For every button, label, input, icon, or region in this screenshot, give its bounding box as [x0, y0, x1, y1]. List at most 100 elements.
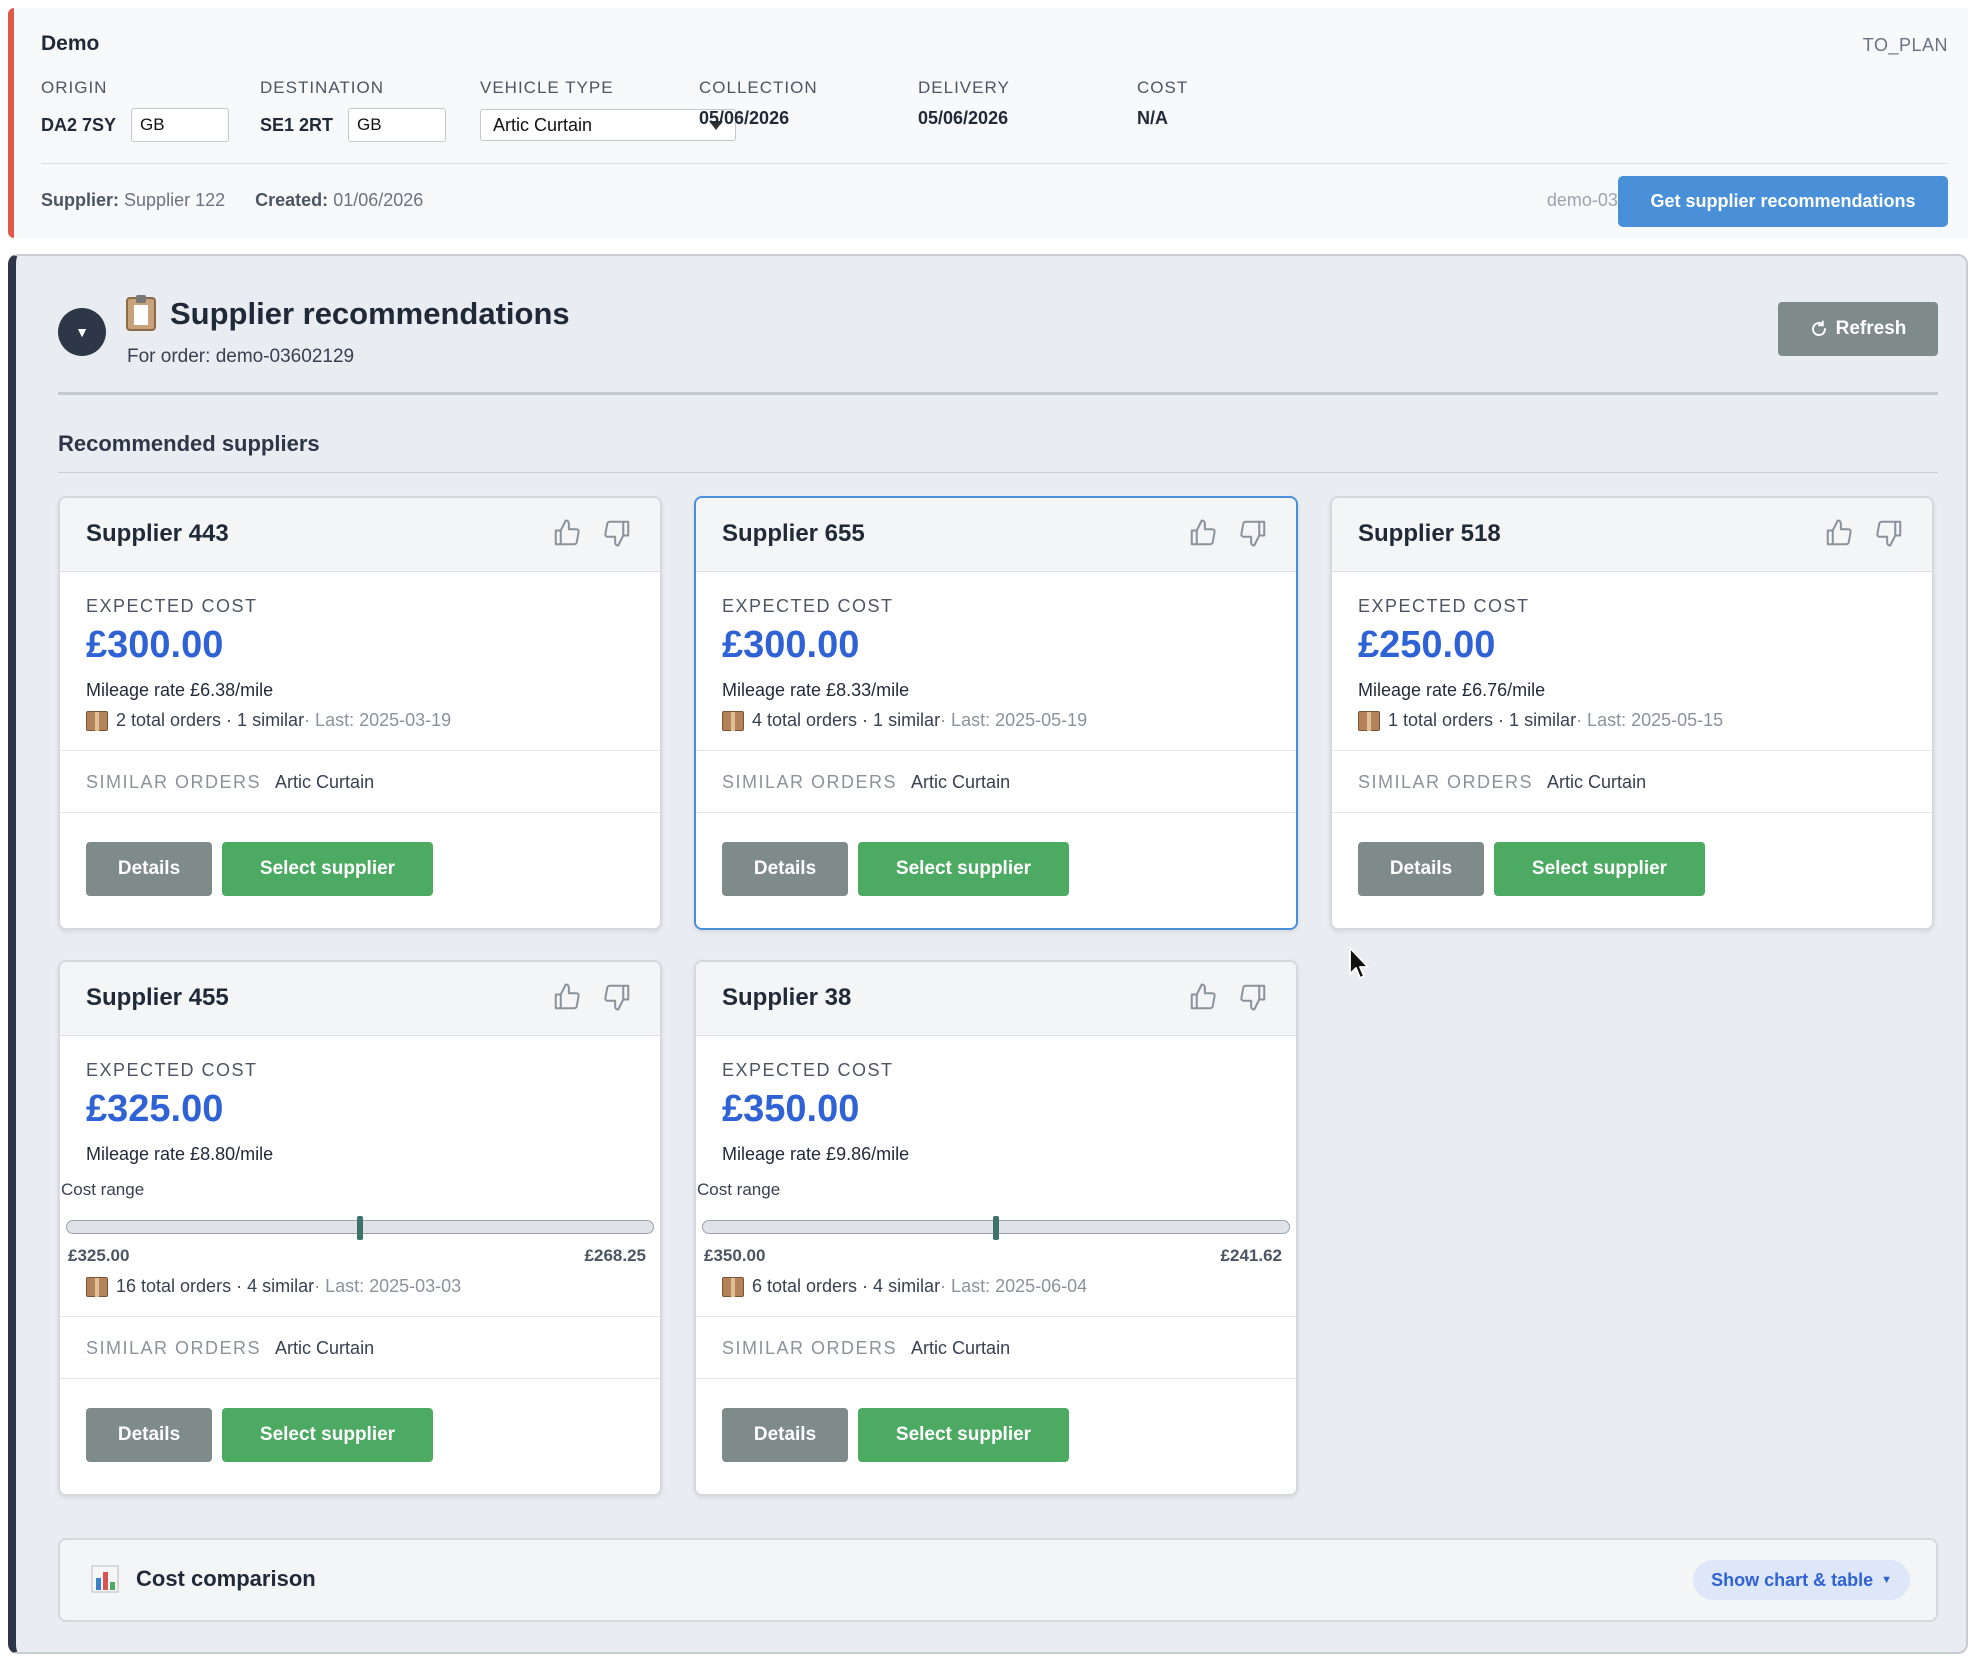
details-button[interactable]: Details	[86, 1408, 212, 1462]
delivery-label: DELIVERY	[918, 78, 1010, 97]
expected-cost-value: £300.00	[722, 624, 860, 666]
supplier-card: Supplier 518 EXPECTED COST £250.00 Milea…	[1330, 496, 1934, 930]
similar-orders: SIMILAR ORDERS Artic Curtain	[86, 1338, 374, 1359]
collection-field: COLLECTION 05/06/2026	[699, 78, 818, 129]
order-counts: 4 total orders · 1 similar	[752, 710, 941, 730]
similar-orders-label: SIMILAR ORDERS	[86, 1338, 262, 1358]
details-button[interactable]: Details	[722, 842, 848, 896]
select-supplier-button[interactable]: Select supplier	[858, 1408, 1069, 1462]
created-meta-value: 01/06/2026	[333, 190, 424, 210]
similar-orders-label: SIMILAR ORDERS	[1358, 772, 1534, 792]
package-icon	[722, 1276, 744, 1297]
origin-postcode: DA2 7SY	[41, 114, 117, 135]
collection-date: 05/06/2026	[699, 108, 790, 128]
vehicle-type-select[interactable]: Artic Curtain	[480, 109, 736, 141]
order-status: TO_PLAN	[1862, 35, 1948, 55]
select-supplier-button[interactable]: Select supplier	[222, 842, 433, 896]
order-stats: 6 total orders · 4 similar · Last: 2025-…	[722, 1276, 1087, 1297]
thumbs-down-icon[interactable]	[1874, 518, 1904, 548]
thumbs-down-icon[interactable]	[602, 982, 632, 1012]
destination-label: DESTINATION	[260, 78, 385, 97]
package-icon	[86, 1276, 108, 1297]
panel-divider	[58, 392, 1938, 395]
recommendations-panel: ▼ Supplier recommendations For order: de…	[8, 254, 1968, 1654]
cost-range-marker	[993, 1216, 999, 1240]
cost-range-min: £325.00	[68, 1246, 130, 1265]
order-divider	[41, 163, 1948, 164]
show-chart-table-button[interactable]: Show chart & table ▼	[1693, 1560, 1910, 1600]
similar-orders-value: Artic Curtain	[911, 1338, 1011, 1358]
refresh-button[interactable]: Refresh	[1778, 302, 1938, 356]
details-button[interactable]: Details	[1358, 842, 1484, 896]
mileage-rate: Mileage rate £6.76/mile	[1358, 680, 1546, 700]
cost-label: COST	[1137, 78, 1189, 97]
thumbs-up-icon[interactable]	[552, 518, 582, 548]
supplier-card: Supplier 655 EXPECTED COST £300.00 Milea…	[694, 496, 1298, 930]
order-stats: 1 total orders · 1 similar · Last: 2025-…	[1358, 710, 1723, 731]
order-header: Demo TO_PLAN ORIGIN DA2 7SY DESTINATION …	[8, 8, 1968, 238]
mileage-rate: Mileage rate £9.86/mile	[722, 1144, 910, 1164]
panel-subtitle: For order: demo-03602129	[127, 346, 355, 367]
panel-title: Supplier recommendations	[170, 296, 570, 331]
order-stats: 4 total orders · 1 similar · Last: 2025-…	[722, 710, 1087, 731]
expected-cost-label: EXPECTED COST	[86, 1060, 258, 1080]
section-divider	[58, 472, 1938, 473]
chevron-down-icon: ▼	[75, 324, 89, 340]
thumbs-down-icon[interactable]	[1238, 518, 1268, 548]
supplier-name: Supplier 655	[722, 520, 865, 547]
thumbs-down-icon[interactable]	[602, 518, 632, 548]
cost-range-marker	[357, 1216, 363, 1240]
destination-postcode: SE1 2RT	[260, 114, 334, 135]
thumbs-up-icon[interactable]	[1188, 518, 1218, 548]
similar-orders: SIMILAR ORDERS Artic Curtain	[722, 1338, 1010, 1359]
similar-orders-label: SIMILAR ORDERS	[722, 1338, 898, 1358]
panel-title-row: Supplier recommendations	[126, 295, 570, 332]
expected-cost-value: £325.00	[86, 1088, 224, 1130]
order-title: Demo	[41, 32, 100, 55]
select-supplier-button[interactable]: Select supplier	[1494, 842, 1705, 896]
details-button[interactable]: Details	[722, 1408, 848, 1462]
thumbs-up-icon[interactable]	[1188, 982, 1218, 1012]
last-order-date: · Last: 2025-05-15	[1576, 710, 1724, 730]
destination-country-input[interactable]	[348, 108, 447, 142]
supplier-name: Supplier 455	[86, 984, 229, 1011]
order-counts: 16 total orders · 4 similar	[116, 1276, 315, 1296]
expected-cost-value: £250.00	[1358, 624, 1496, 666]
order-meta: Supplier: Supplier 122 Created: 01/06/20…	[41, 190, 423, 211]
collapse-button[interactable]: ▼	[58, 308, 106, 356]
supplier-card: Supplier 38 EXPECTED COST £350.00 Mileag…	[694, 960, 1298, 1496]
thumbs-up-icon[interactable]	[552, 982, 582, 1012]
last-order-date: · Last: 2025-03-03	[314, 1276, 462, 1296]
order-counts: 2 total orders · 1 similar	[116, 710, 305, 730]
thumbs-down-icon[interactable]	[1238, 982, 1268, 1012]
order-stats: 2 total orders · 1 similar · Last: 2025-…	[86, 710, 451, 731]
expected-cost-value: £350.00	[722, 1088, 860, 1130]
similar-orders-value: Artic Curtain	[275, 772, 375, 792]
cost-range-label: Cost range	[61, 1180, 145, 1199]
bar-chart-icon	[91, 1565, 119, 1593]
created-meta-label: Created:	[255, 190, 329, 210]
mouse-pointer-icon	[1349, 947, 1369, 979]
supplier-card: Supplier 443 EXPECTED COST £300.00 Milea…	[58, 496, 662, 930]
vehicle-type-label: VEHICLE TYPE	[480, 78, 614, 97]
origin-country-input[interactable]	[131, 108, 230, 142]
delivery-field: DELIVERY 05/06/2026	[918, 78, 1010, 129]
select-supplier-button[interactable]: Select supplier	[858, 842, 1069, 896]
select-supplier-button[interactable]: Select supplier	[222, 1408, 433, 1462]
cost-range-label: Cost range	[697, 1180, 781, 1199]
details-button[interactable]: Details	[86, 842, 212, 896]
cost-range-min: £350.00	[704, 1246, 766, 1265]
cost-comparison-title: Cost comparison	[136, 1566, 316, 1591]
thumbs-up-icon[interactable]	[1824, 518, 1854, 548]
get-recommendations-button[interactable]: Get supplier recommendations	[1618, 176, 1948, 227]
similar-orders: SIMILAR ORDERS Artic Curtain	[86, 772, 374, 793]
mileage-rate: Mileage rate £8.33/mile	[722, 680, 910, 700]
expected-cost-label: EXPECTED COST	[722, 596, 894, 616]
package-icon	[722, 710, 744, 731]
collection-label: COLLECTION	[699, 78, 818, 97]
package-icon	[86, 710, 108, 731]
similar-orders-label: SIMILAR ORDERS	[86, 772, 262, 792]
similar-orders-value: Artic Curtain	[275, 1338, 375, 1358]
package-icon	[1358, 710, 1380, 731]
cost-field: COST N/A	[1137, 78, 1188, 129]
